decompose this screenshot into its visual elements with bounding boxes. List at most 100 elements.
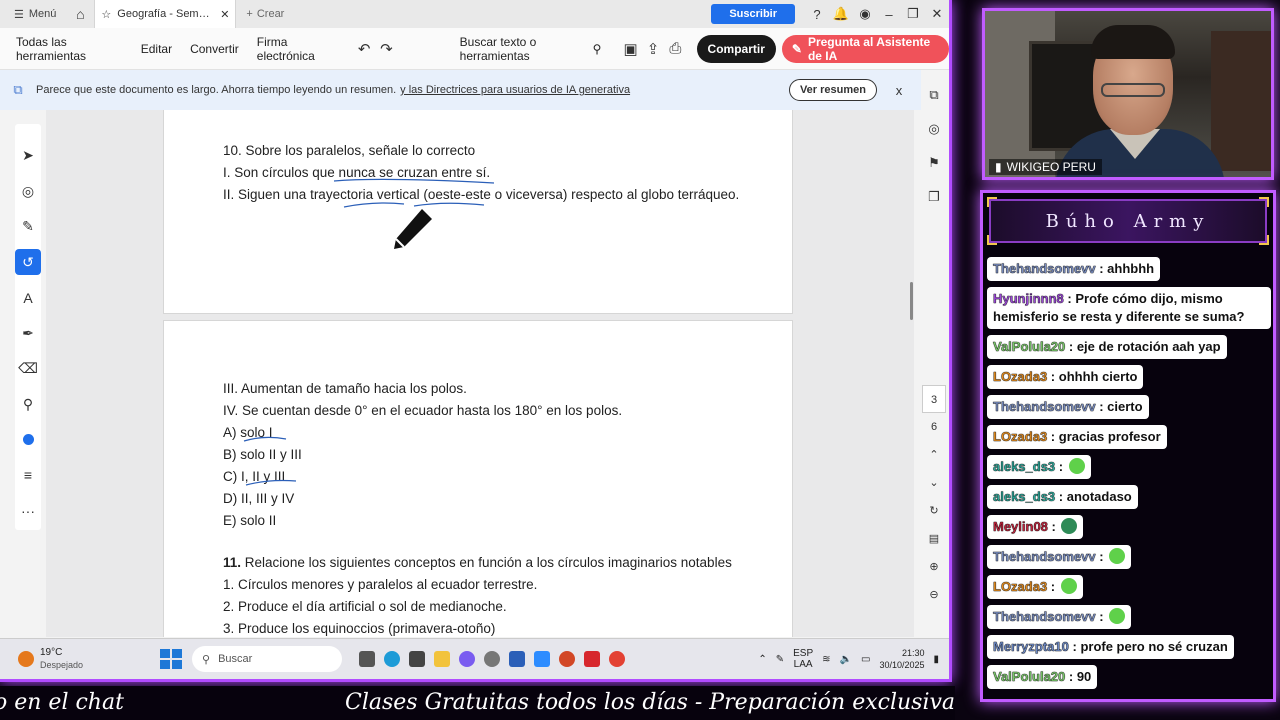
chat-username[interactable]: LOzada3 [993, 369, 1047, 384]
powerpoint-icon[interactable] [555, 648, 578, 670]
color-picker-icon[interactable] [15, 422, 41, 458]
page-down-icon[interactable]: ⌄ [922, 469, 946, 497]
comments-icon[interactable]: ◎ [928, 112, 939, 146]
chat-username[interactable]: Thehandsomevv [993, 261, 1096, 276]
chat-username[interactable]: Hyunjinnn8 [993, 291, 1064, 306]
ai-summary-icon[interactable]: ⧉ [929, 78, 938, 112]
chat-username[interactable]: Thehandsomevv [993, 549, 1096, 564]
zoom-in-icon[interactable]: ⊕ [922, 553, 946, 581]
minimize-icon[interactable]: – [877, 7, 901, 22]
close-tab-icon[interactable]: ✕ [220, 8, 229, 21]
comment-icon[interactable]: ◎ [15, 174, 41, 210]
battery-icon[interactable]: ▭ [861, 654, 870, 665]
chat-text: gracias profesor [1058, 429, 1161, 444]
zoom-out-icon[interactable]: ⊖ [922, 581, 946, 609]
chat-username[interactable]: ValPolula20 [993, 339, 1066, 354]
esign-menu[interactable]: Firma electrónica [248, 35, 345, 63]
tab-title: Geografía - Semana... [117, 8, 214, 20]
answer-option: D) II, III y IV [223, 491, 295, 506]
vertical-scrollbar[interactable] [910, 282, 913, 320]
chat-username[interactable]: LOzada3 [993, 579, 1047, 594]
taskbar-search[interactable]: ⚲ Buscar [192, 646, 342, 672]
stroke-width-icon[interactable]: ≡ [15, 458, 41, 494]
calculator-icon[interactable] [405, 648, 428, 670]
question-10-title: 10. Sobre los paralelos, señale lo corre… [223, 143, 476, 158]
current-page[interactable]: 3 [922, 385, 946, 413]
sign-icon[interactable]: ✒ [15, 316, 41, 352]
view-summary-button[interactable]: Ver resumen [788, 79, 877, 101]
document-view[interactable]: 10. Sobre los paralelos, señale lo corre… [46, 110, 914, 637]
language-indicator[interactable]: ESP LAA [793, 648, 813, 670]
presenter [1101, 83, 1165, 97]
acrobat-icon[interactable] [580, 648, 603, 670]
bookmark-icon[interactable]: ⚑ [928, 146, 940, 180]
chat-username[interactable]: aleks_ds3 [993, 489, 1055, 504]
tab-document[interactable]: ☆ Geografía - Semana... ✕ [94, 0, 237, 28]
chrome-icon[interactable] [605, 648, 628, 670]
save-icon[interactable]: ▣ [619, 40, 641, 58]
pages-icon[interactable]: ❐ [928, 180, 940, 214]
all-tools-menu[interactable]: Todas las herramientas [0, 35, 132, 63]
task-view-icon[interactable] [355, 648, 378, 670]
convert-menu[interactable]: Convertir [181, 42, 248, 56]
home-icon[interactable]: ⌂ [66, 6, 94, 22]
notifications-icon[interactable]: ▮ [933, 654, 939, 665]
ai-assistant-button[interactable]: ✎ Pregunta al Asistente de IA [781, 34, 949, 63]
wifi-icon[interactable]: ≋ [822, 654, 830, 665]
edit-menu[interactable]: Editar [132, 42, 181, 56]
ai-guidelines-link[interactable]: y las Directrices para usuarios de IA ge… [400, 84, 630, 96]
chevron-up-icon[interactable]: ⌃ [758, 654, 766, 665]
close-notice-icon[interactable]: x [877, 83, 921, 98]
chat-username[interactable]: Thehandsomevv [993, 609, 1096, 624]
close-window-icon[interactable]: ✕ [925, 6, 949, 22]
maximize-icon[interactable]: ❐ [901, 6, 925, 22]
refresh-icon[interactable]: ↻ [922, 497, 946, 525]
chat-separator: : [1063, 291, 1076, 306]
pin-icon[interactable]: ⚲ [15, 387, 41, 423]
chat-separator: : [1095, 549, 1108, 564]
menu-button[interactable]: ☰ Menú [0, 8, 66, 21]
star-icon[interactable]: ☆ [101, 8, 111, 21]
highlighter-icon[interactable]: ✎ [15, 209, 41, 245]
chat-username[interactable]: aleks_ds3 [993, 459, 1055, 474]
chat-message-row: Thehandsomevv : ahhbhh [987, 257, 1273, 287]
new-tab-button[interactable]: + Crear [236, 8, 294, 20]
freehand-draw-icon[interactable]: ↺ [15, 249, 41, 276]
pen-icon[interactable]: ✎ [776, 654, 784, 665]
bell-icon[interactable]: 🔔 [829, 6, 853, 22]
redo-icon[interactable]: ↷ [375, 40, 397, 58]
chat-username[interactable]: LOzada3 [993, 429, 1047, 444]
profile-icon[interactable]: ◉ [853, 6, 877, 22]
answer-option: E) solo II [223, 513, 277, 528]
volume-icon[interactable]: 🔈 [840, 654, 852, 665]
onedrive-icon[interactable] [480, 648, 503, 670]
zoom-icon[interactable] [530, 648, 553, 670]
chat-username[interactable]: Merryzpta10 [993, 639, 1069, 654]
upload-icon[interactable]: ⇪ [642, 40, 664, 58]
chat-username[interactable]: Meylin08 [993, 519, 1048, 534]
weather-widget[interactable]: 19°C Despejado [0, 647, 160, 672]
clock[interactable]: 21:30 30/10/2025 [879, 647, 924, 671]
cursor-icon[interactable]: ➤ [15, 138, 41, 174]
chat-separator: : [1068, 639, 1081, 654]
text-select-icon[interactable]: A [15, 280, 41, 316]
more-tools-icon[interactable]: ··· [15, 493, 41, 529]
chat-username[interactable]: ValPolula20 [993, 669, 1066, 684]
eraser-icon[interactable]: ⌫ [15, 351, 41, 387]
chat-message-row: Hyunjinnn8 : Profe cómo dijo, mismo hemi… [987, 287, 1273, 335]
search-tools[interactable]: Buscar texto o herramientas ⚲ [460, 35, 602, 63]
edge-icon[interactable] [380, 648, 403, 670]
windows-taskbar: 19°C Despejado ⚲ Buscar ⌃ ✎ ESP LAA ≋ � [0, 638, 949, 679]
save-copy-icon[interactable]: ▤ [922, 525, 946, 553]
chat-username[interactable]: Thehandsomevv [993, 399, 1096, 414]
subscribe-button[interactable]: Suscribir [711, 4, 795, 24]
print-icon[interactable]: ⎙ [664, 40, 686, 57]
file-explorer-icon[interactable] [430, 648, 453, 670]
word-icon[interactable] [505, 648, 528, 670]
windows-start-icon[interactable] [160, 649, 182, 669]
help-icon[interactable]: ? [805, 7, 829, 22]
copilot-icon[interactable] [455, 648, 478, 670]
page-up-icon[interactable]: ⌃ [922, 441, 946, 469]
undo-icon[interactable]: ↶ [353, 40, 375, 58]
share-button[interactable]: Compartir [696, 34, 776, 63]
